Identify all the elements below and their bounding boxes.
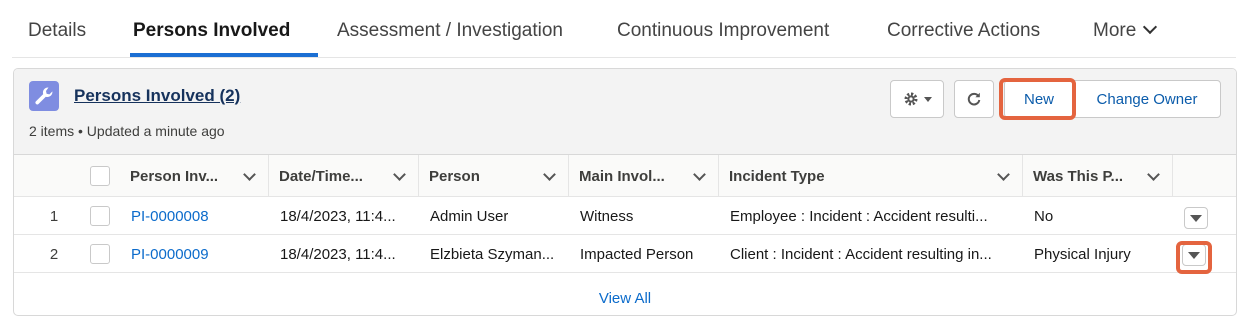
card-subtitle: 2 items • Updated a minute ago <box>29 123 225 139</box>
column-header-date-time[interactable]: Date/Time... <box>269 155 419 197</box>
record-link[interactable]: PI-0000009 <box>131 246 209 263</box>
column-label: Person <box>429 167 480 185</box>
column-label: Main Invol... <box>579 167 665 185</box>
column-header-person-involved[interactable]: Person Inv... <box>120 155 269 197</box>
row-checkbox[interactable] <box>90 244 110 264</box>
change-owner-button[interactable]: Change Owner <box>1074 81 1220 117</box>
table-row: 1 PI-0000008 18/4/2023, 11:4... Admin Us… <box>14 197 1236 235</box>
main-involvement-cell: Witness <box>580 207 634 225</box>
record-link[interactable]: PI-0000008 <box>131 208 209 225</box>
row-number: 2 <box>49 245 59 263</box>
person-cell: Admin User <box>430 207 509 225</box>
was-this-cell: Physical Injury <box>1034 245 1131 263</box>
caret-down-icon <box>1190 214 1202 222</box>
person-cell: Elzbieta Szyman... <box>430 245 555 263</box>
card-title-link[interactable]: Persons Involved (2) <box>74 86 240 106</box>
select-all-checkbox[interactable] <box>90 166 110 186</box>
refresh-button[interactable] <box>954 80 994 118</box>
was-this-cell: No <box>1034 207 1054 225</box>
chevron-down-icon <box>543 167 556 181</box>
tab-assessment-investigation[interactable]: Assessment / Investigation <box>337 20 563 42</box>
column-header-person[interactable]: Person <box>419 155 569 197</box>
column-header-incident-type[interactable]: Incident Type <box>719 155 1023 197</box>
datetime-cell: 18/4/2023, 11:4... <box>280 245 396 263</box>
column-header-main-involvement[interactable]: Main Invol... <box>569 155 719 197</box>
caret-down-icon <box>923 96 932 102</box>
incident-type-cell: Client : Incident : Accident resulting i… <box>730 245 992 263</box>
chevron-down-icon <box>243 167 256 181</box>
new-button[interactable]: New <box>1005 81 1074 117</box>
chevron-down-icon <box>997 167 1010 181</box>
tab-details[interactable]: Details <box>28 20 86 42</box>
chevron-down-icon <box>393 167 406 181</box>
gear-icon <box>904 92 917 106</box>
table-row: 2 PI-0000009 18/4/2023, 11:4... Elzbieta… <box>14 235 1236 273</box>
row-actions-button[interactable] <box>1182 244 1206 266</box>
action-button-group: New Change Owner <box>1004 80 1221 118</box>
refresh-icon <box>967 92 981 106</box>
tab-corrective-actions[interactable]: Corrective Actions <box>887 20 1040 42</box>
view-all-link[interactable]: View All <box>14 279 1236 315</box>
main-involvement-cell: Impacted Person <box>580 245 694 263</box>
row-checkbox[interactable] <box>90 206 110 226</box>
datetime-cell: 18/4/2023, 11:4... <box>280 207 396 225</box>
row-number: 1 <box>49 207 59 225</box>
column-label: Date/Time... <box>279 167 363 185</box>
wrench-icon <box>29 81 59 111</box>
incident-type-cell: Employee : Incident : Accident resulti..… <box>730 207 988 225</box>
column-header-was-this[interactable]: Was This P... <box>1023 155 1173 197</box>
row-actions-button[interactable] <box>1184 207 1208 229</box>
chevron-down-icon <box>1143 19 1158 35</box>
column-label: Was This P... <box>1033 167 1124 185</box>
active-tab-indicator <box>130 53 318 57</box>
tab-more-label: More <box>1093 20 1137 41</box>
chevron-down-icon <box>1147 167 1160 181</box>
card-header: Persons Involved (2) 2 items • Updated a… <box>14 69 1236 155</box>
column-label: Incident Type <box>729 167 825 185</box>
tab-more[interactable]: More <box>1093 19 1158 42</box>
chevron-down-icon <box>693 167 706 181</box>
list-settings-button[interactable] <box>890 80 944 118</box>
column-label: Person Inv... <box>130 167 219 185</box>
caret-down-icon <box>1188 251 1200 259</box>
tab-continuous-improvement[interactable]: Continuous Improvement <box>617 20 829 42</box>
related-list-card: Persons Involved (2) 2 items • Updated a… <box>13 68 1237 316</box>
tab-persons-involved[interactable]: Persons Involved <box>133 20 290 42</box>
table-header: Person Inv... Date/Time... Person Main I… <box>14 155 1236 197</box>
tab-bar: Details Persons Involved Assessment / In… <box>12 0 1236 58</box>
